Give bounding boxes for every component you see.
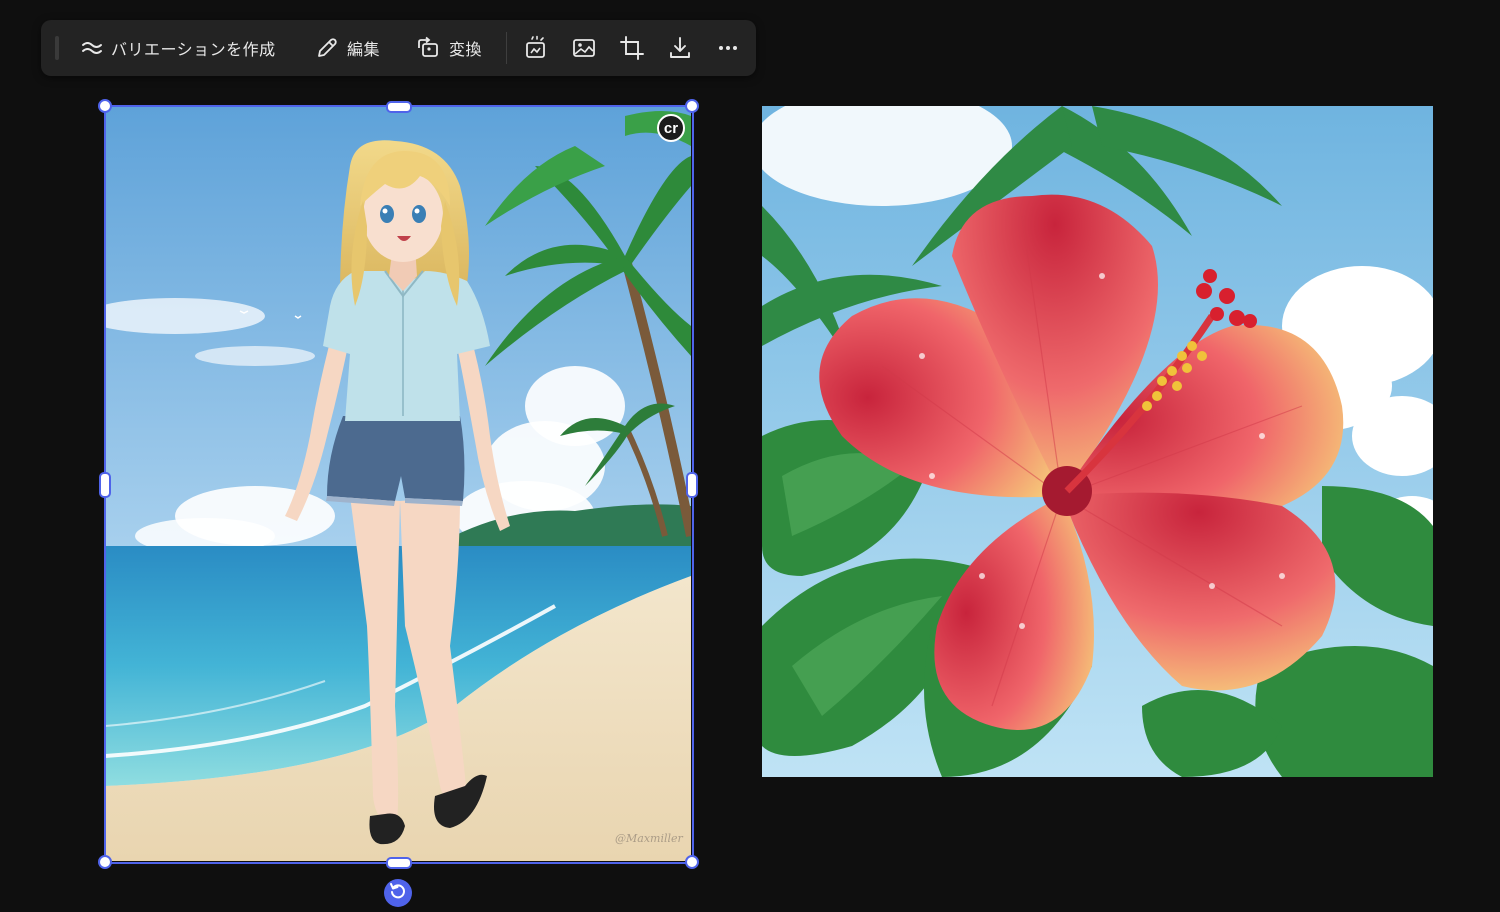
rotate-icon xyxy=(389,882,407,904)
download-icon xyxy=(667,35,693,61)
resize-handle-top[interactable] xyxy=(386,101,412,113)
convert-button[interactable]: 変換 xyxy=(415,30,482,66)
edit-label: 編集 xyxy=(347,40,381,59)
resize-handle-left[interactable] xyxy=(99,472,111,498)
floating-toolbar: バリエーションを作成 編集 変換 xyxy=(41,20,756,76)
rotate-button[interactable] xyxy=(384,879,412,907)
pencil-icon xyxy=(315,36,339,60)
toolbar-drag-handle[interactable] xyxy=(55,36,59,60)
download-button[interactable] xyxy=(667,30,693,66)
more-icon xyxy=(715,35,741,61)
resize-handle-bottom[interactable] xyxy=(386,857,412,869)
generate-button[interactable] xyxy=(523,30,549,66)
resize-handle-top-right[interactable] xyxy=(685,99,699,113)
edit-button[interactable]: 編集 xyxy=(315,30,380,66)
resize-handle-bottom-left[interactable] xyxy=(98,855,112,869)
approx-icon xyxy=(81,37,103,59)
image-icon xyxy=(571,35,597,61)
create-variations-label: バリエーションを作成 xyxy=(111,40,276,59)
generate-icon xyxy=(523,35,549,61)
content-credentials-badge[interactable]: cr xyxy=(657,114,685,142)
create-variations-button[interactable]: バリエーションを作成 xyxy=(81,30,276,66)
crop-button[interactable] xyxy=(619,30,645,66)
artist-signature: @Maxmiller xyxy=(615,832,683,845)
convert-label: 変換 xyxy=(449,40,483,59)
hibiscus-image[interactable] xyxy=(762,106,1433,777)
crop-icon xyxy=(619,35,645,61)
beach-girl-image[interactable] xyxy=(105,106,691,861)
resize-handle-right[interactable] xyxy=(686,472,698,498)
image-button[interactable] xyxy=(571,30,597,66)
more-options-button[interactable] xyxy=(715,30,741,66)
toolbar-divider xyxy=(506,32,507,64)
convert-icon xyxy=(415,36,441,60)
resize-handle-bottom-right[interactable] xyxy=(685,855,699,869)
resize-handle-top-left[interactable] xyxy=(98,99,112,113)
